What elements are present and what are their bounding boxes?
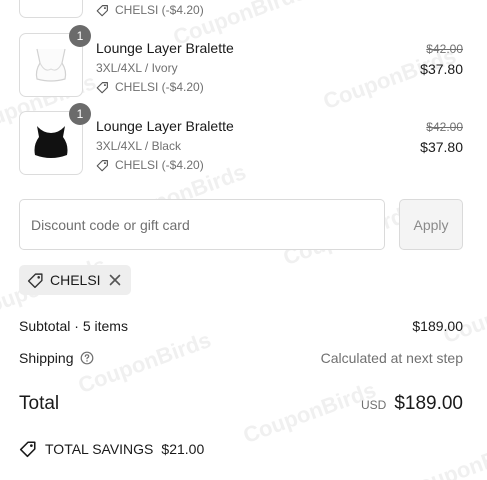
savings-tag-icon [19,441,36,458]
quantity-badge: 1 [69,103,91,125]
tag-icon [27,272,43,288]
item-discount: CHELSI (-$4.20) [96,80,234,94]
bralette-black-image [34,126,68,158]
product-thumbnail: 1 [19,103,91,175]
bralette-ivory-image [35,48,67,82]
subtotal-row: Subtotal · 5 items $189.00 [19,317,463,335]
total-value: $189.00 [394,393,463,414]
watermark: CouponBirds [439,276,487,349]
item-discount-text: CHELSI (-$4.20) [115,80,204,94]
product-thumbnail [19,0,83,18]
watermark: CouponBirds [399,431,487,480]
shipping-label: Shipping [19,350,74,366]
item-discount-text: CHELSI (-$4.20) [115,158,204,172]
quantity-badge: 1 [69,25,91,47]
sale-price: $37.80 [420,61,463,77]
tag-icon [96,4,108,16]
product-variant: 3XL/4XL / Black [96,139,181,153]
discount-code-input[interactable] [19,199,385,250]
currency-code: USD [360,398,387,412]
original-price: $42.00 [426,42,463,56]
applied-discount-code: CHELSI [50,272,101,288]
item-discount-text: CHELSI (-$4.20) [115,3,204,17]
savings-value: $21.00 [161,441,205,457]
product-name: Lounge Layer Bralette [96,40,234,56]
total-row: Total USD $189.00 [19,392,463,416]
bralette-image [29,0,73,1]
sale-price: $37.80 [420,139,463,155]
line-item: 1 Lounge Layer Bralette 3XL/4XL / Ivory … [19,25,463,97]
total-savings: TOTAL SAVINGS $21.00 [19,440,204,458]
tag-icon [96,159,108,171]
shipping-value: Calculated at next step [320,350,463,366]
total-label: Total [19,393,60,414]
question-circle-icon[interactable] [80,351,94,365]
applied-discount-chip: CHELSI [19,265,131,295]
product-thumbnail: 1 [19,25,91,97]
item-discount: CHELSI (-$4.20) [96,158,234,172]
item-discount: CHELSI (-$4.20) [96,3,204,17]
savings-label: TOTAL SAVINGS [45,441,154,457]
subtotal-label: Subtotal · 5 items [19,318,128,334]
product-name: Lounge Layer Bralette [96,118,234,134]
original-price: $42.00 [426,120,463,134]
line-item: CHELSI (-$4.20) [19,0,463,18]
remove-discount-button[interactable] [107,272,123,288]
line-item: 1 Lounge Layer Bralette 3XL/4XL / Black … [19,103,463,175]
tag-icon [96,81,108,93]
shipping-row: Shipping Calculated at next step [19,349,463,367]
close-icon [109,274,120,286]
apply-button[interactable]: Apply [399,199,463,250]
discount-form: Apply [19,199,463,250]
subtotal-value: $189.00 [412,318,463,334]
product-variant: 3XL/4XL / Ivory [96,61,178,75]
